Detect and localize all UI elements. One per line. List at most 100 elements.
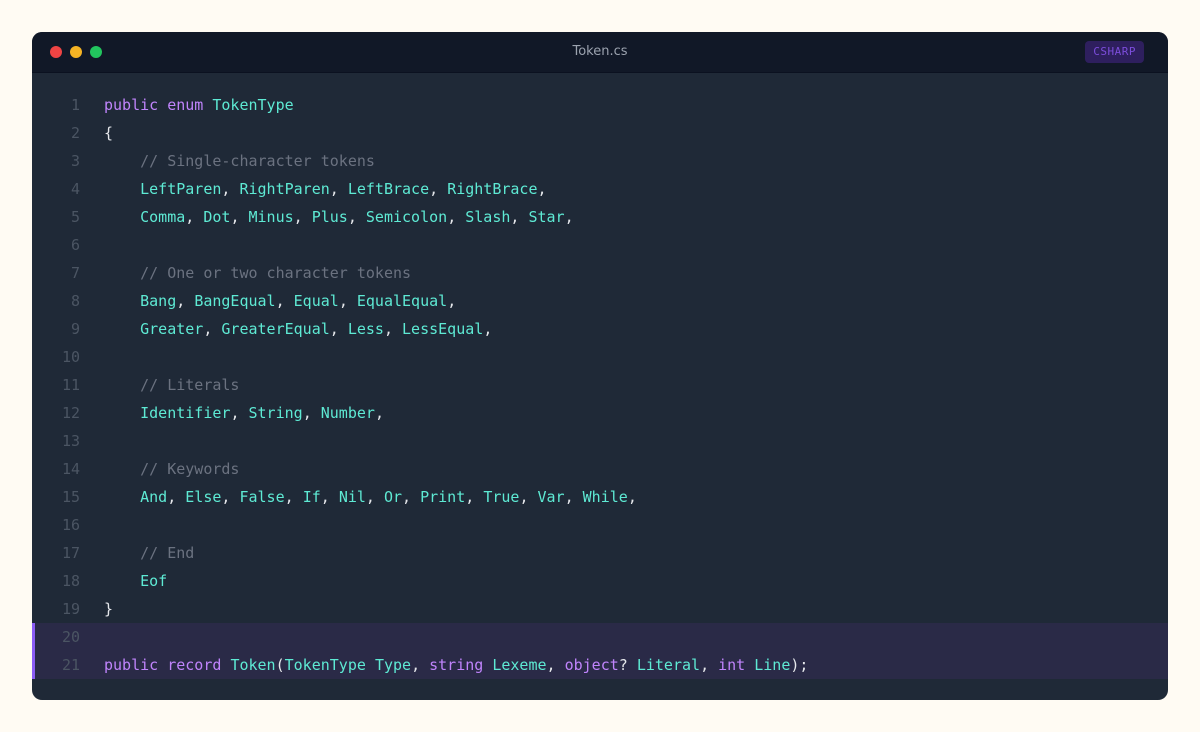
code-line[interactable]: 1 public enum TokenType bbox=[32, 91, 1168, 119]
identifier-token: Less bbox=[347, 320, 384, 338]
identifier-token: True bbox=[483, 488, 520, 506]
line-source: // Keywords bbox=[104, 455, 239, 483]
code-line[interactable]: 19} bbox=[32, 595, 1168, 623]
line-number: 18 bbox=[61, 572, 80, 590]
punctuation-token: , bbox=[537, 180, 547, 198]
line-number: 9 bbox=[70, 320, 80, 338]
line-number: 1 bbox=[70, 96, 80, 114]
punctuation-token bbox=[158, 656, 167, 674]
punctuation-token bbox=[158, 96, 167, 114]
keyword-token: public bbox=[104, 656, 159, 674]
identifier-token: Minus bbox=[248, 208, 294, 226]
identifier-token: LeftBrace bbox=[347, 180, 430, 198]
code-line[interactable]: 7 // One or two character tokens bbox=[32, 259, 1168, 287]
line-source: Greater, GreaterEqual, Less, LessEqual, bbox=[104, 315, 492, 343]
code-line[interactable]: 8 Bang, BangEqual, Equal, EqualEqual, bbox=[32, 287, 1168, 315]
line-source: And, Else, False, If, Nil, Or, Print, Tr… bbox=[104, 483, 637, 511]
code-line[interactable]: 11 // Literals bbox=[32, 371, 1168, 399]
line-source: Comma, Dot, Minus, Plus, Semicolon, Slas… bbox=[104, 203, 574, 231]
identifier-token: Equal bbox=[293, 292, 339, 310]
punctuation-token bbox=[104, 320, 140, 338]
punctuation-token: , bbox=[347, 208, 366, 226]
identifier-token: Literal bbox=[636, 656, 701, 674]
line-number: 11 bbox=[61, 376, 80, 394]
code-line[interactable]: 4 LeftParen, RightParen, LeftBrace, Righ… bbox=[32, 175, 1168, 203]
identifier-token: TokenType bbox=[284, 656, 366, 674]
code-line[interactable]: 12 Identifier, String, Number, bbox=[32, 399, 1168, 427]
punctuation-token: , bbox=[411, 656, 430, 674]
punctuation-token: , bbox=[203, 320, 222, 338]
punctuation-token: , bbox=[365, 488, 384, 506]
file-title: Token.cs bbox=[572, 44, 628, 59]
punctuation-token: , bbox=[230, 208, 249, 226]
code-line[interactable]: 15 And, Else, False, If, Nil, Or, Print,… bbox=[32, 483, 1168, 511]
line-source: // Single-character tokens bbox=[104, 147, 375, 175]
identifier-token: Comma bbox=[140, 208, 186, 226]
code-window: Token.cs CSHARP 1 public enum TokenType 2{… bbox=[32, 32, 1168, 700]
punctuation-token: { bbox=[104, 124, 114, 142]
punctuation-token bbox=[104, 488, 140, 506]
punctuation-token: , bbox=[627, 488, 637, 506]
identifier-token: Number bbox=[320, 404, 375, 422]
identifier-token: RightParen bbox=[239, 180, 330, 198]
identifier-token: Star bbox=[528, 208, 565, 226]
line-source: Bang, BangEqual, Equal, EqualEqual, bbox=[104, 287, 456, 315]
identifier-token: Slash bbox=[465, 208, 511, 226]
keyword-token: object bbox=[564, 656, 619, 674]
punctuation-token: , bbox=[230, 404, 249, 422]
code-line[interactable]: 3 // Single-character tokens bbox=[32, 147, 1168, 175]
code-line[interactable]: 2{ bbox=[32, 119, 1168, 147]
punctuation-token bbox=[745, 656, 754, 674]
line-source: // End bbox=[104, 539, 194, 567]
punctuation-token bbox=[104, 208, 140, 226]
punctuation-token: , bbox=[293, 208, 312, 226]
identifier-token: EqualEqual bbox=[356, 292, 448, 310]
punctuation-token: , bbox=[320, 488, 339, 506]
punctuation-token: , bbox=[483, 320, 493, 338]
keyword-token: public bbox=[104, 96, 159, 114]
code-line[interactable]: 9 Greater, GreaterEqual, Less, LessEqual… bbox=[32, 315, 1168, 343]
punctuation-token: , bbox=[402, 488, 421, 506]
punctuation-token: , bbox=[329, 320, 348, 338]
identifier-token: String bbox=[248, 404, 303, 422]
code-line[interactable]: 21 public record Token(TokenType Type, st… bbox=[32, 651, 1168, 679]
identifier-token: Eof bbox=[140, 572, 168, 590]
identifier-token: Line bbox=[754, 656, 791, 674]
line-source: Identifier, String, Number, bbox=[104, 399, 384, 427]
code-line[interactable]: 13 bbox=[32, 427, 1168, 455]
punctuation-token: , bbox=[546, 656, 565, 674]
punctuation-token: ? bbox=[618, 656, 637, 674]
line-number: 12 bbox=[61, 404, 80, 422]
punctuation-token: , bbox=[374, 404, 384, 422]
line-number: 14 bbox=[61, 460, 80, 478]
identifier-token: BangEqual bbox=[194, 292, 276, 310]
punctuation-token: , bbox=[564, 488, 583, 506]
line-number: 17 bbox=[61, 544, 80, 562]
code-line[interactable]: 5 Comma, Dot, Minus, Plus, Semicolon, Sl… bbox=[32, 203, 1168, 231]
line-number: 4 bbox=[70, 180, 80, 198]
line-source: // One or two character tokens bbox=[104, 259, 411, 287]
punctuation-token bbox=[104, 264, 140, 282]
comment-token: // End bbox=[140, 544, 195, 562]
identifier-token: Identifier bbox=[140, 404, 231, 422]
identifier-token: GreaterEqual bbox=[221, 320, 330, 338]
identifier-token: Or bbox=[383, 488, 403, 506]
code-line[interactable]: 14 // Keywords bbox=[32, 455, 1168, 483]
code-line[interactable]: 10 bbox=[32, 343, 1168, 371]
punctuation-token bbox=[366, 656, 375, 674]
line-number: 13 bbox=[61, 432, 80, 450]
identifier-token: Var bbox=[537, 488, 565, 506]
code-line[interactable]: 17 // End bbox=[32, 539, 1168, 567]
identifier-token: Bang bbox=[140, 292, 177, 310]
code-line[interactable]: 18 Eof bbox=[32, 567, 1168, 595]
keyword-token: enum bbox=[167, 96, 204, 114]
punctuation-token: ( bbox=[275, 656, 285, 674]
punctuation-token bbox=[104, 292, 140, 310]
code-line[interactable]: 20 bbox=[32, 623, 1168, 651]
punctuation-token: , bbox=[185, 208, 204, 226]
line-number: 10 bbox=[61, 348, 80, 366]
code-editor[interactable]: 1 public enum TokenType 2{3 // Single-char… bbox=[32, 91, 1168, 679]
code-line[interactable]: 6 bbox=[32, 231, 1168, 259]
identifier-token: Dot bbox=[203, 208, 231, 226]
code-line[interactable]: 16 bbox=[32, 511, 1168, 539]
